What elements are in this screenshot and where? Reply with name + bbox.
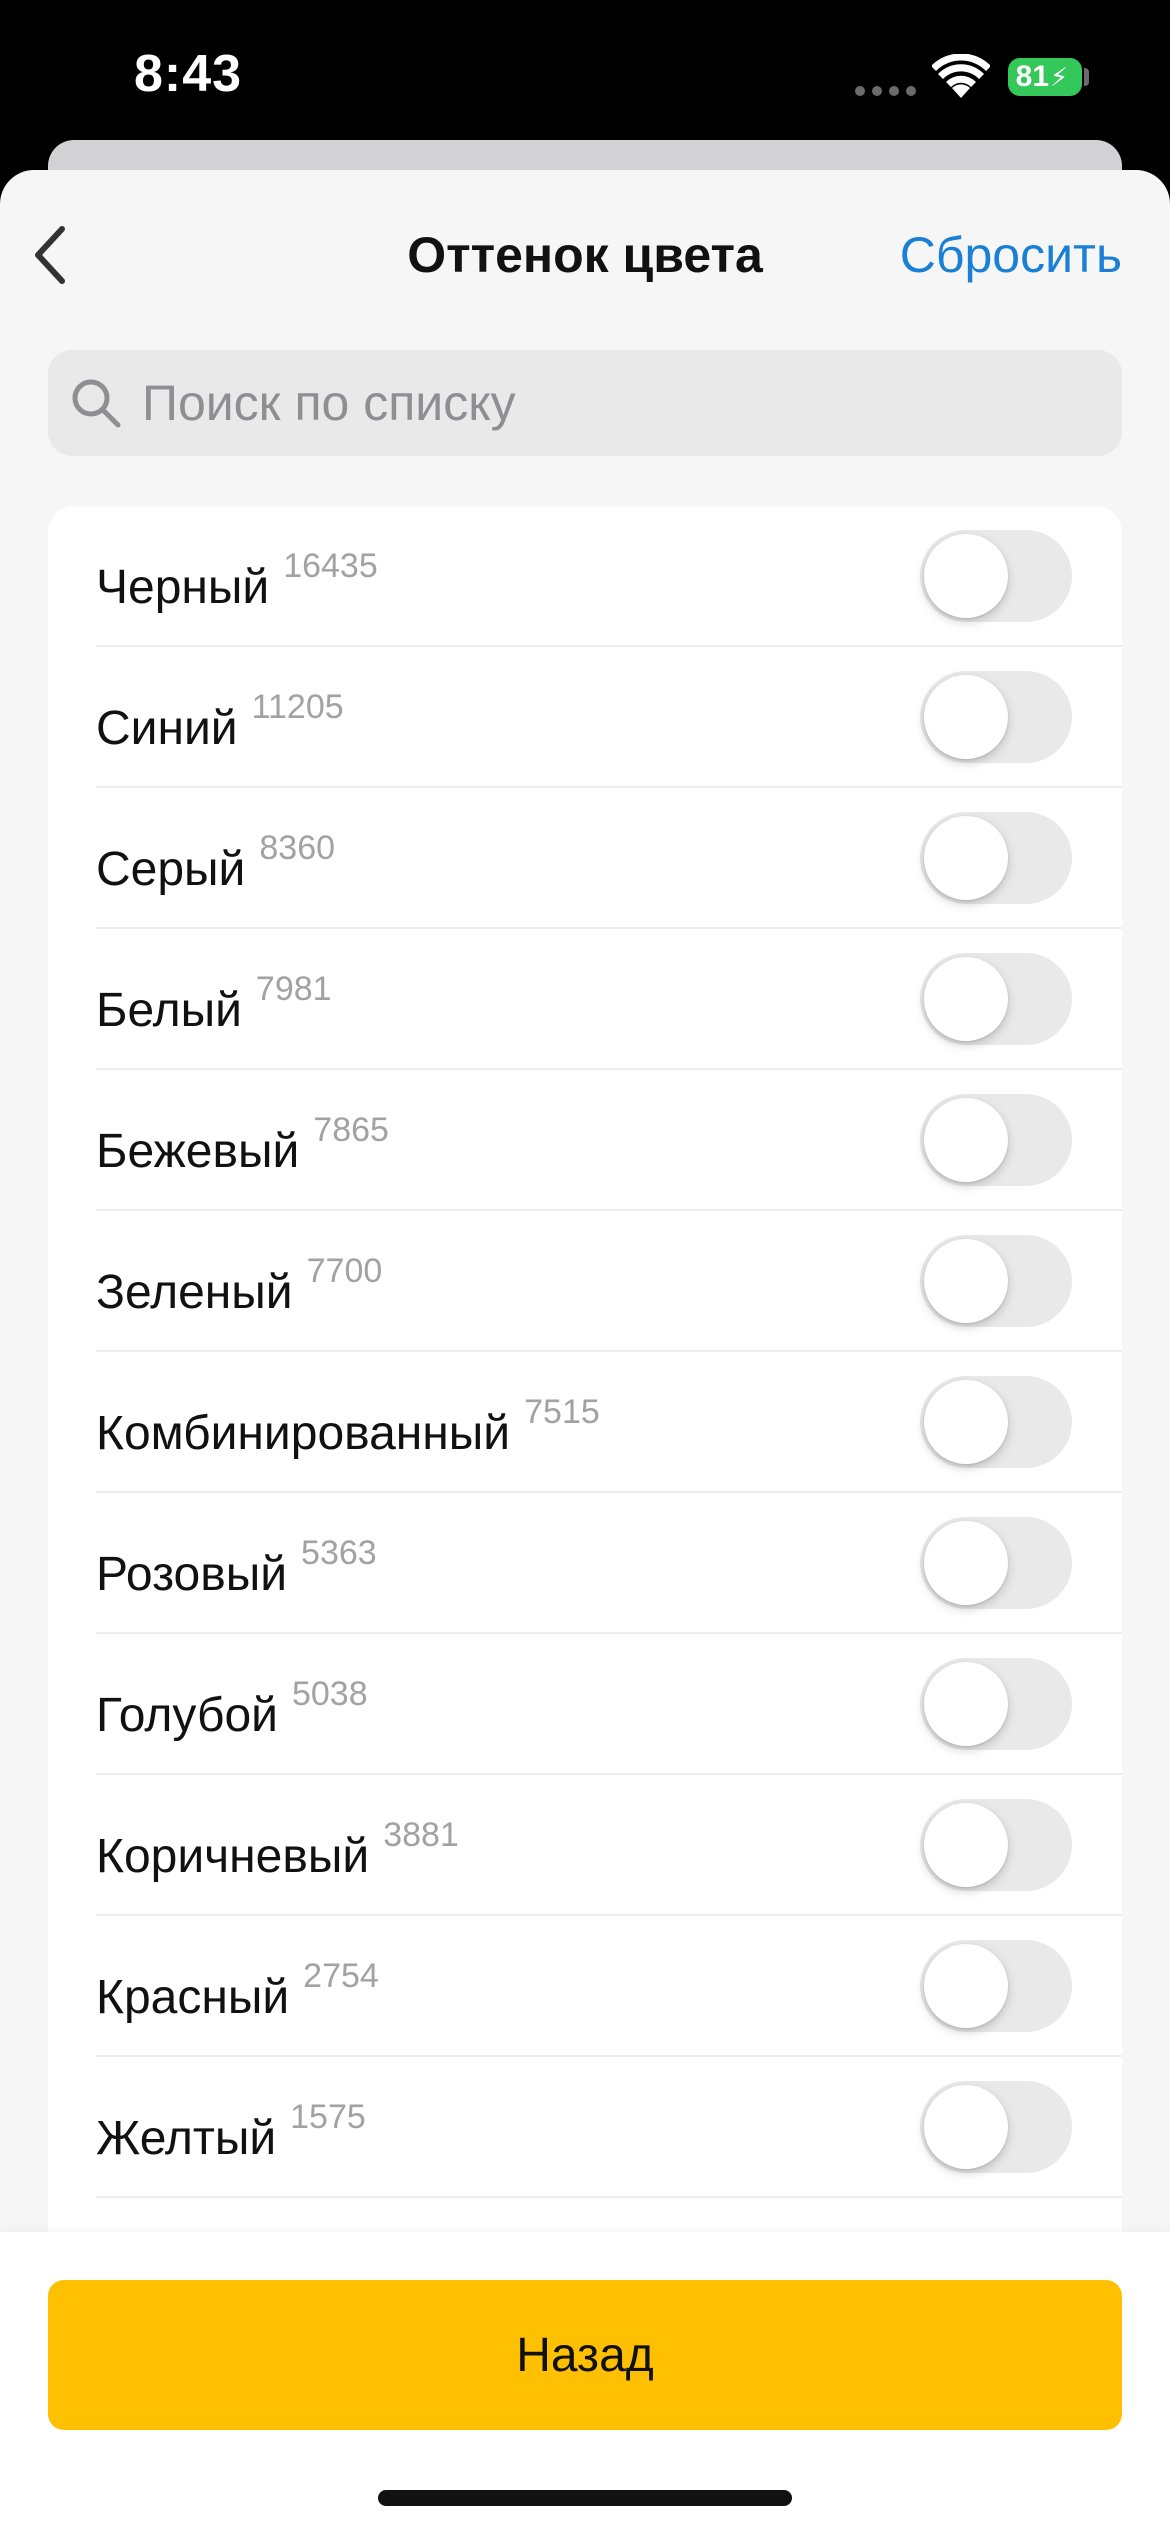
color-toggle[interactable] (920, 1799, 1072, 1891)
list-item[interactable]: Белый 7981 (48, 929, 1122, 1070)
color-label: Бежевый (96, 1125, 300, 1178)
color-label: Коричневый (96, 1830, 370, 1883)
screen: 8:43 81 ⚡ Оттенок цвета Сбросить Поиск п… (0, 0, 1170, 2532)
toggle-knob (924, 1239, 1008, 1323)
color-label: Черный (96, 561, 270, 614)
battery-nub (1084, 68, 1089, 86)
toggle-knob (924, 1098, 1008, 1182)
list-item-text: Желтый 1575 (96, 2097, 366, 2169)
cellular-signal-icon (855, 86, 917, 96)
color-label: Голубой (96, 1689, 278, 1742)
battery-charging-icon: 81 ⚡ (1008, 58, 1082, 96)
search-input[interactable] (142, 374, 1042, 432)
color-count: 7700 (306, 1252, 383, 1290)
color-label: Красный (96, 1971, 290, 2024)
color-toggle[interactable] (920, 1658, 1072, 1750)
list-item-text: Красный 2754 (96, 1956, 379, 2028)
search-icon (72, 379, 121, 428)
bolt-icon: ⚡ (1050, 61, 1069, 92)
color-count: 3881 (383, 1816, 459, 1854)
color-label: Серый (96, 843, 246, 896)
toggle-knob (924, 1662, 1008, 1746)
back-action-button[interactable]: Назад (48, 2280, 1122, 2430)
list-item[interactable]: Розовый 5363 (48, 1493, 1122, 1634)
list-item-text: Серый 8360 (96, 828, 335, 900)
list-item-text: Зеленый 7700 (96, 1251, 382, 1323)
color-count: 8360 (259, 829, 336, 867)
toggle-knob (924, 1380, 1008, 1464)
toggle-knob (924, 2085, 1008, 2169)
list-item-text: Розовый 5363 (96, 1533, 377, 1605)
list-item-text: Синий 11205 (96, 687, 344, 759)
toggle-knob (924, 534, 1008, 618)
color-shade-sheet: Оттенок цвета Сбросить Черный 16435 Синий 1… (0, 170, 1170, 2532)
color-count: 11205 (251, 688, 344, 726)
color-toggle[interactable] (920, 1094, 1072, 1186)
battery-level: 81 (1015, 60, 1050, 93)
color-count: 2754 (303, 1957, 379, 1995)
list-item[interactable]: Серый 8360 (48, 788, 1122, 929)
list-item[interactable]: Бежевый 7865 (48, 1070, 1122, 1211)
row-divider (96, 2196, 1122, 2198)
color-toggle[interactable] (920, 1376, 1072, 1468)
color-count: 7515 (524, 1393, 600, 1431)
color-list: Черный 16435 Синий 11205 Серый 8360 Белый 7981 Б… (48, 506, 1122, 2406)
list-item[interactable]: Красный 2754 (48, 1916, 1122, 2057)
list-item[interactable]: Черный 16435 (48, 506, 1122, 647)
color-count: 7865 (313, 1111, 389, 1149)
list-item[interactable]: Синий 11205 (48, 647, 1122, 788)
bottom-bar: Назад (0, 2232, 1170, 2532)
list-item[interactable]: Зеленый 7700 (48, 1211, 1122, 1352)
list-item-text: Голубой 5038 (96, 1674, 368, 1746)
toggle-knob (924, 675, 1008, 759)
list-item-text: Белый 7981 (96, 969, 332, 1041)
color-label: Белый (96, 984, 242, 1037)
color-label: Зеленый (96, 1266, 293, 1319)
color-toggle[interactable] (920, 1940, 1072, 2032)
list-item-text: Черный 16435 (96, 546, 378, 618)
color-label: Желтый (96, 2112, 277, 2165)
color-toggle[interactable] (920, 2081, 1072, 2173)
toggle-knob (924, 957, 1008, 1041)
color-toggle[interactable] (920, 1517, 1072, 1609)
color-toggle[interactable] (920, 1235, 1072, 1327)
color-label: Синий (96, 702, 238, 755)
home-indicator (378, 2490, 792, 2506)
list-item[interactable]: Голубой 5038 (48, 1634, 1122, 1775)
list-item[interactable]: Желтый 1575 (48, 2057, 1122, 2198)
navigation-bar: Оттенок цвета Сбросить (0, 170, 1170, 340)
list-item[interactable]: Комбинированный 7515 (48, 1352, 1122, 1493)
color-count: 5038 (291, 1675, 368, 1713)
reset-button[interactable]: Сбросить (900, 226, 1122, 284)
toggle-knob (924, 1803, 1008, 1887)
color-toggle[interactable] (920, 530, 1072, 622)
color-label: Комбинированный (96, 1407, 511, 1460)
color-label: Розовый (96, 1548, 288, 1601)
toggle-knob (924, 1944, 1008, 2028)
list-item-text: Коричневый 3881 (96, 1815, 459, 1887)
list-item-text: Комбинированный 7515 (96, 1392, 600, 1464)
toggle-knob (924, 816, 1008, 900)
color-count: 16435 (283, 547, 378, 585)
color-count: 5363 (301, 1534, 377, 1572)
search-field[interactable] (48, 350, 1122, 456)
toggle-knob (924, 1521, 1008, 1605)
color-toggle[interactable] (920, 953, 1072, 1045)
status-time: 8:43 (134, 45, 243, 103)
color-count: 1575 (290, 2098, 366, 2136)
color-toggle[interactable] (920, 812, 1072, 904)
status-bar: 8:43 81 ⚡ (0, 0, 1170, 140)
color-count: 7981 (255, 970, 332, 1008)
list-item-text: Бежевый 7865 (96, 1110, 389, 1182)
color-toggle[interactable] (920, 671, 1072, 763)
wifi-icon (932, 54, 990, 98)
list-item[interactable]: Коричневый 3881 (48, 1775, 1122, 1916)
